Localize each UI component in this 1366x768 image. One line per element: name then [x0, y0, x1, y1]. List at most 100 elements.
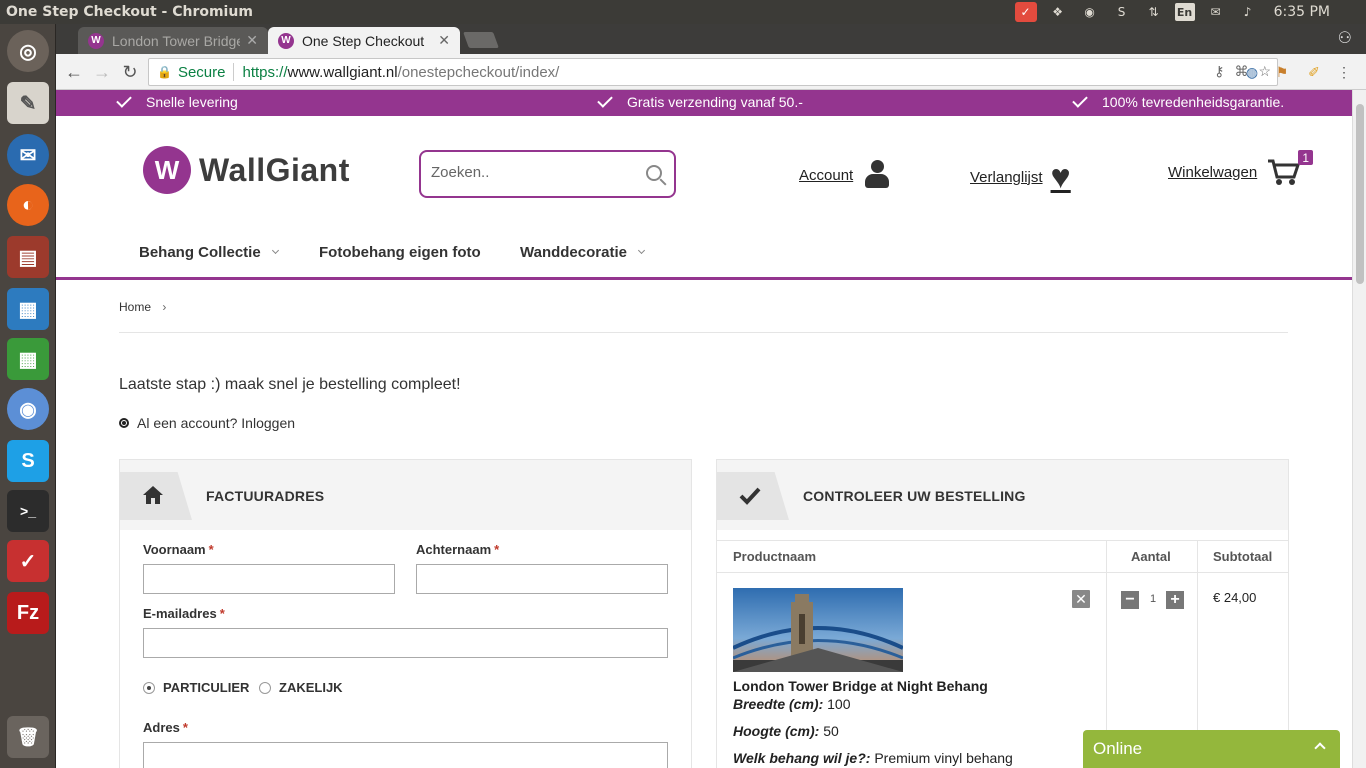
- key-icon[interactable]: ⚷: [1214, 63, 1224, 80]
- back-arrow-icon[interactable]: ←: [62, 60, 86, 84]
- extension-highlighter-icon[interactable]: ✐: [1304, 62, 1324, 82]
- thunderbird-icon[interactable]: ✉: [7, 134, 49, 176]
- radio-particulier[interactable]: PARTICULIER: [143, 680, 249, 695]
- libreoffice-impress-icon[interactable]: ▦: [7, 288, 49, 330]
- firstname-field[interactable]: [143, 564, 395, 594]
- volume-icon[interactable]: ♪: [1237, 2, 1259, 22]
- chrome-menu-icon[interactable]: ⋮: [1334, 62, 1354, 82]
- network-icon[interactable]: ⇅: [1143, 2, 1165, 22]
- trash-icon[interactable]: 🗑: [7, 716, 49, 758]
- page-scrollbar[interactable]: [1352, 90, 1366, 768]
- checkmark-icon: [1072, 92, 1088, 108]
- firefox-icon[interactable]: ◐: [7, 184, 49, 226]
- promo-item: Gratis verzending vanaf 50.-: [597, 92, 803, 110]
- item-subtotal: € 24,00: [1213, 590, 1257, 605]
- bullet-icon: [119, 418, 129, 428]
- col-header-qty: Aantal: [1131, 548, 1171, 564]
- cart-icon: 1: [1267, 150, 1314, 186]
- close-tab-icon[interactable]: ✕: [246, 32, 258, 49]
- address-bar[interactable]: 🔒 Secure https:// www.wallgiant.nl /ones…: [148, 58, 1278, 86]
- os-top-bar: One Step Checkout - Chromium ✓ ❖ ◉ S ⇅ E…: [0, 0, 1366, 24]
- window-title: One Step Checkout - Chromium: [6, 4, 253, 20]
- cart-link[interactable]: Winkelwagen 1: [1168, 150, 1314, 186]
- system-tray: ✓ ❖ ◉ S ⇅ En ✉ ♪ 6:35 PM: [1010, 0, 1366, 24]
- wishlist-link[interactable]: Verlanglijst ♥: [970, 160, 1071, 194]
- dropbox-icon[interactable]: ❖: [1047, 2, 1069, 22]
- search-input[interactable]: [431, 164, 631, 181]
- url-host: www.wallgiant.nl: [287, 63, 398, 81]
- address-label: Adres *: [143, 720, 188, 735]
- tasks-indicator-icon[interactable]: ✓: [1014, 2, 1037, 22]
- product-width: Breedte (cm): 100: [733, 696, 851, 712]
- login-link[interactable]: Al een account? Inloggen: [119, 415, 295, 431]
- address-field[interactable]: [143, 742, 668, 768]
- radio-unselected: [259, 681, 271, 694]
- qty-value[interactable]: 1: [1143, 590, 1163, 608]
- heart-icon: ♥: [1050, 158, 1071, 196]
- launcher: ◎ ✎ ✉ ◐ ▤ ▦ ▦ ◉ S >_ ✓ Fz 🗑: [0, 24, 56, 768]
- qty-decrease-button[interactable]: −: [1121, 591, 1139, 609]
- billing-panel: FACTUURADRES Voornaam * Achternaam * E-mai…: [119, 459, 692, 768]
- skype-icon[interactable]: S: [7, 440, 49, 482]
- radio-zakelijk[interactable]: ZAKELIJK: [259, 680, 343, 695]
- url-path: /onestepcheckout/index/: [397, 63, 560, 81]
- lastname-field[interactable]: [416, 564, 668, 594]
- keyboard-layout-indicator[interactable]: En: [1174, 3, 1195, 21]
- firstname-label: Voornaam *: [143, 542, 214, 557]
- qty-increase-button[interactable]: +: [1166, 591, 1184, 609]
- lock-icon: 🔒: [157, 65, 172, 79]
- radio-selected: [143, 681, 155, 694]
- cart-count-badge: 1: [1298, 150, 1314, 165]
- main-navigation: Behang Collectie Fotobehang eigen foto W…: [56, 230, 1352, 280]
- site-logo[interactable]: W WallGiant: [143, 146, 350, 194]
- libreoffice-calc-icon[interactable]: ▦: [7, 338, 49, 380]
- extension-pin-icon[interactable]: ⚑: [1272, 62, 1292, 82]
- chromium-tray-icon[interactable]: ◉: [1079, 2, 1101, 22]
- breadcrumb: Home ›: [119, 300, 166, 314]
- close-tab-icon[interactable]: ✕: [438, 32, 450, 49]
- tasks-app-icon[interactable]: ✓: [7, 540, 49, 582]
- scrollbar-thumb[interactable]: [1356, 104, 1364, 284]
- breadcrumb-home[interactable]: Home: [119, 300, 151, 314]
- nav-item-wanddecoratie[interactable]: Wanddecoratie: [520, 244, 646, 261]
- forward-arrow-icon[interactable]: →: [90, 60, 114, 84]
- product-name[interactable]: London Tower Bridge at Night Behang: [733, 678, 988, 694]
- remove-item-button[interactable]: ✕: [1072, 590, 1090, 608]
- mail-icon[interactable]: ✉: [1205, 2, 1227, 22]
- text-editor-icon[interactable]: ✎: [7, 82, 49, 124]
- filezilla-icon[interactable]: Fz: [7, 592, 49, 634]
- email-field[interactable]: [143, 628, 668, 658]
- skype-tray-icon[interactable]: S: [1111, 2, 1133, 22]
- new-tab-button[interactable]: [463, 32, 499, 48]
- chevron-up-icon[interactable]: [1314, 742, 1326, 754]
- review-panel: CONTROLEER UW BESTELLING Productnaam Aan…: [716, 459, 1289, 768]
- product-type: Welk behang wil je?: Premium vinyl behan…: [733, 750, 1013, 766]
- chat-widget[interactable]: Online: [1083, 730, 1340, 768]
- ubuntu-dash-icon[interactable]: ◎: [7, 30, 49, 72]
- nav-item-fotobehang-eigen-foto[interactable]: Fotobehang eigen foto: [319, 244, 481, 261]
- terminal-icon[interactable]: >_: [7, 490, 49, 532]
- lastname-label: Achternaam *: [416, 542, 500, 557]
- tab-one-step-checkout[interactable]: W One Step Checkout ✕: [268, 27, 460, 54]
- divider: [119, 332, 1288, 333]
- nav-item-behang-collectie[interactable]: Behang Collectie: [139, 244, 279, 261]
- extension-globe-icon[interactable]: ◍: [1242, 62, 1262, 82]
- product-image[interactable]: [733, 588, 903, 672]
- url-scheme: https://: [242, 63, 288, 81]
- checkmark-icon: [597, 92, 613, 108]
- checkmark-icon: [116, 92, 132, 108]
- col-header-subtotal: Subtotaal: [1213, 548, 1273, 564]
- search-icon[interactable]: [646, 165, 662, 181]
- web-page: Snelle levering Gratis verzending vanaf …: [56, 90, 1352, 768]
- clock[interactable]: 6:35 PM: [1274, 4, 1330, 20]
- tab-london-tower-bridge[interactable]: W London Tower Bridge ✕: [78, 27, 268, 54]
- promo-item: 100% tevredenheidsgarantie.: [1072, 92, 1284, 110]
- search-box: [419, 150, 676, 198]
- incognito-icon: ⚇: [1337, 30, 1352, 47]
- account-link[interactable]: Account: [799, 160, 891, 190]
- chevron-down-icon: [271, 246, 279, 255]
- reload-icon[interactable]: ↻: [118, 60, 142, 84]
- col-header-product: Productnaam: [733, 548, 817, 564]
- chromium-icon[interactable]: ◉: [7, 388, 49, 430]
- file-manager-icon[interactable]: ▤: [7, 236, 49, 278]
